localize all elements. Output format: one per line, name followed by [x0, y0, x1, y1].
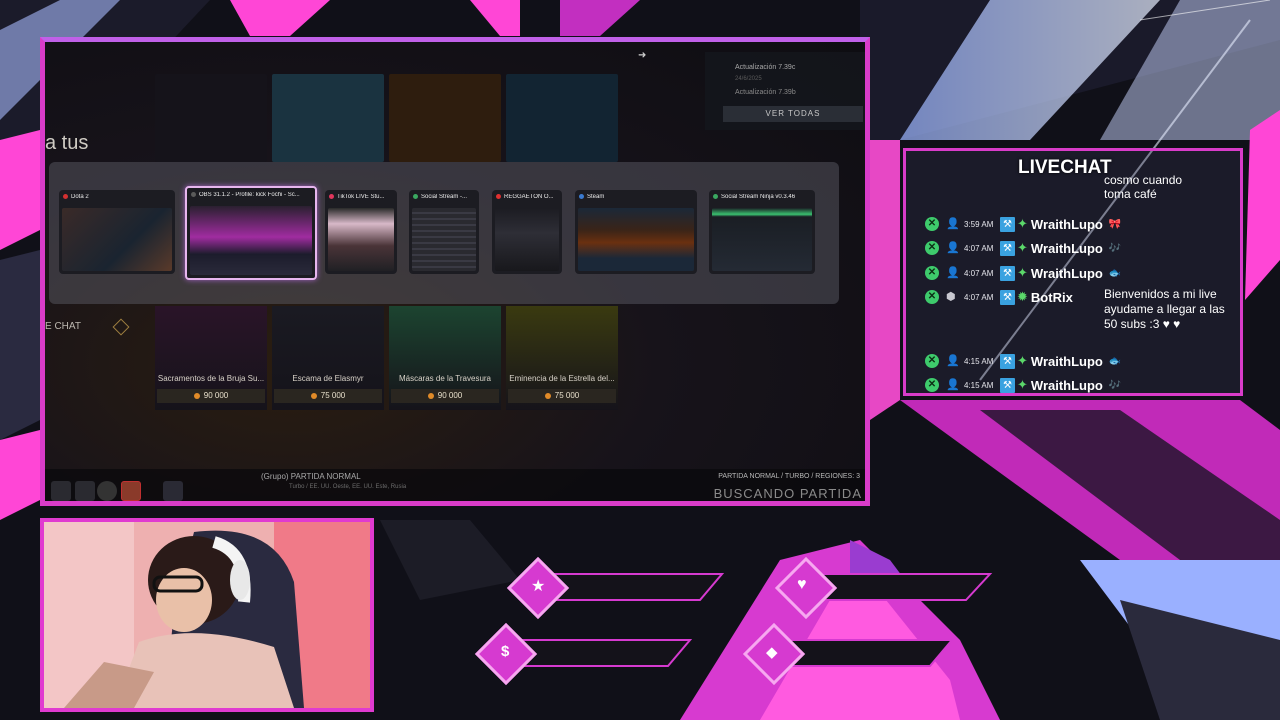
dollar-icon: $: [501, 643, 510, 660]
heart-icon: ♥: [797, 576, 807, 593]
stream-overlay: a tus Actualización 7.39c 24/6/2025 Actu…: [0, 0, 1280, 720]
goal-bars: [497, 573, 993, 667]
diamond-icon: ◆: [766, 644, 778, 661]
star-icon: ★: [531, 578, 546, 595]
